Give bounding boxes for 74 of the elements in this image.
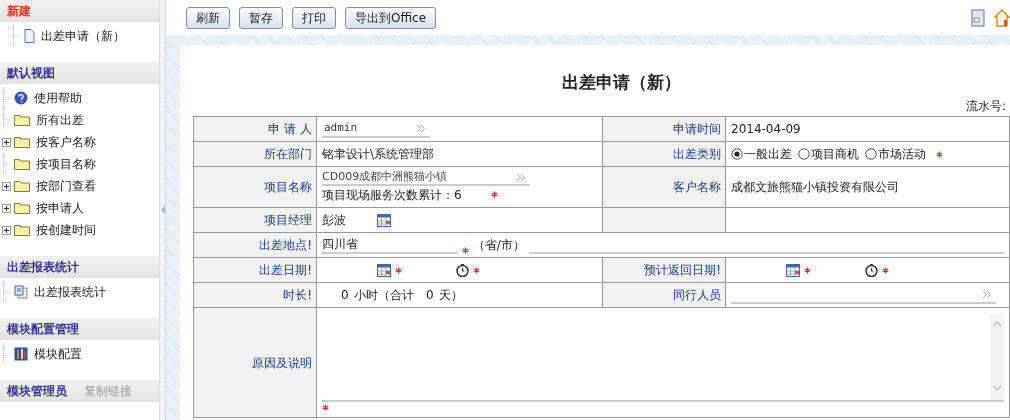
hours-unit: 小时（合计 xyxy=(354,287,415,304)
hours-value: 0 xyxy=(341,287,350,304)
sidebar-item[interactable]: 出差申请（新） xyxy=(41,27,125,45)
scrollbar-icon[interactable] xyxy=(990,314,1004,400)
field-label: 原因及说明 xyxy=(252,355,312,370)
folder-icon xyxy=(14,180,30,192)
field-label: 时长! xyxy=(283,288,312,302)
field-value: 彭波 xyxy=(322,212,347,229)
folder-icon xyxy=(14,158,30,170)
expand-icon[interactable] xyxy=(2,137,11,147)
field-value: 成都文旅熊猫小镇投资有限公司 xyxy=(731,180,899,194)
section-title: 默认视图 xyxy=(7,65,55,82)
form-title: 出差申请（新） xyxy=(561,71,682,93)
report-icon xyxy=(14,285,28,299)
field-label: 项目名称 xyxy=(264,180,312,194)
document-icon xyxy=(24,29,35,43)
field-label: 所在部门 xyxy=(264,147,312,161)
folder-icon xyxy=(14,224,30,236)
home-icon[interactable] xyxy=(994,8,1010,27)
field-label: 申请时间 xyxy=(673,122,721,136)
field-label: 客户名称 xyxy=(673,180,721,194)
radio-button[interactable]: 一般出差 xyxy=(731,145,792,163)
folder-icon xyxy=(14,114,30,126)
days-value: 0 xyxy=(426,287,435,304)
field-label: 出差类别 xyxy=(673,147,721,161)
field-label: 出差地点! xyxy=(259,238,312,252)
section-title: 新建 xyxy=(7,3,31,20)
field-value: 2014-04-09 xyxy=(731,122,801,136)
help-icon xyxy=(14,91,28,105)
field-label: 项目经理 xyxy=(264,213,312,227)
section-title: 出差报表统计 xyxy=(7,259,79,276)
unit-label: （省/市） xyxy=(472,237,525,254)
clock-icon[interactable] xyxy=(456,263,469,277)
expand-icon[interactable] xyxy=(2,181,11,191)
section-title: 模块管理员 xyxy=(7,383,67,400)
toolbar-button[interactable]: 打印 xyxy=(292,6,336,29)
field-label: 同行人员 xyxy=(673,288,721,302)
radio-icon[interactable] xyxy=(731,148,743,160)
days-unit: 天） xyxy=(439,287,463,304)
calendar-icon[interactable] xyxy=(377,213,391,227)
section-title: 模块配置管理 xyxy=(7,321,79,338)
folder-icon xyxy=(14,136,30,148)
textarea-field[interactable] xyxy=(322,314,1004,402)
sidebar-item[interactable]: 按项目名称 xyxy=(36,155,96,173)
sidebar-item[interactable]: 按创建时间 xyxy=(36,221,96,239)
sidebar-item[interactable]: 使用帮助 xyxy=(34,89,82,107)
field-label: 出差日期! xyxy=(259,263,312,277)
folder-icon xyxy=(14,202,30,214)
radio-icon[interactable] xyxy=(865,148,877,160)
clock-icon[interactable] xyxy=(865,263,878,277)
tools-icon xyxy=(14,347,28,361)
serial-number-label: 流水号: xyxy=(965,99,1006,113)
sidebar-item[interactable]: 模块配置 xyxy=(34,345,82,363)
field-label: 申 请 人 xyxy=(268,122,312,136)
calendar-icon[interactable] xyxy=(377,263,391,277)
location-field[interactable]: 四川省 xyxy=(322,236,458,254)
toolbar-button[interactable]: 导出到Office xyxy=(345,6,437,29)
radio-button[interactable]: 项目商机 xyxy=(798,145,859,163)
sidebar-item[interactable]: 按申请人 xyxy=(36,199,84,217)
field-value: 铭聿设计\系统管理部 xyxy=(322,147,435,161)
sidebar-item[interactable]: 按客户名称 xyxy=(36,133,96,151)
service-count-note: 项目现场服务次数累计：6 xyxy=(322,186,463,204)
radio-icon[interactable] xyxy=(798,148,810,160)
project-field[interactable]: CD009成都中洲熊猫小镇 xyxy=(322,170,530,186)
sidebar-item[interactable]: 所有出差 xyxy=(36,111,84,129)
field-label: 预计返回日期! xyxy=(644,263,721,277)
toolbar-button[interactable]: 刷新 xyxy=(186,6,230,29)
sidebar-item[interactable]: 出差报表统计 xyxy=(34,283,106,301)
expand-icon[interactable] xyxy=(2,225,11,235)
sidebar-item[interactable]: 按部门查看 xyxy=(36,177,96,195)
expand-icon[interactable] xyxy=(2,203,11,213)
toolbar-button[interactable]: 暂存 xyxy=(239,6,283,29)
radio-button[interactable]: 市场活动 xyxy=(865,145,926,163)
calendar-icon[interactable] xyxy=(786,263,800,277)
